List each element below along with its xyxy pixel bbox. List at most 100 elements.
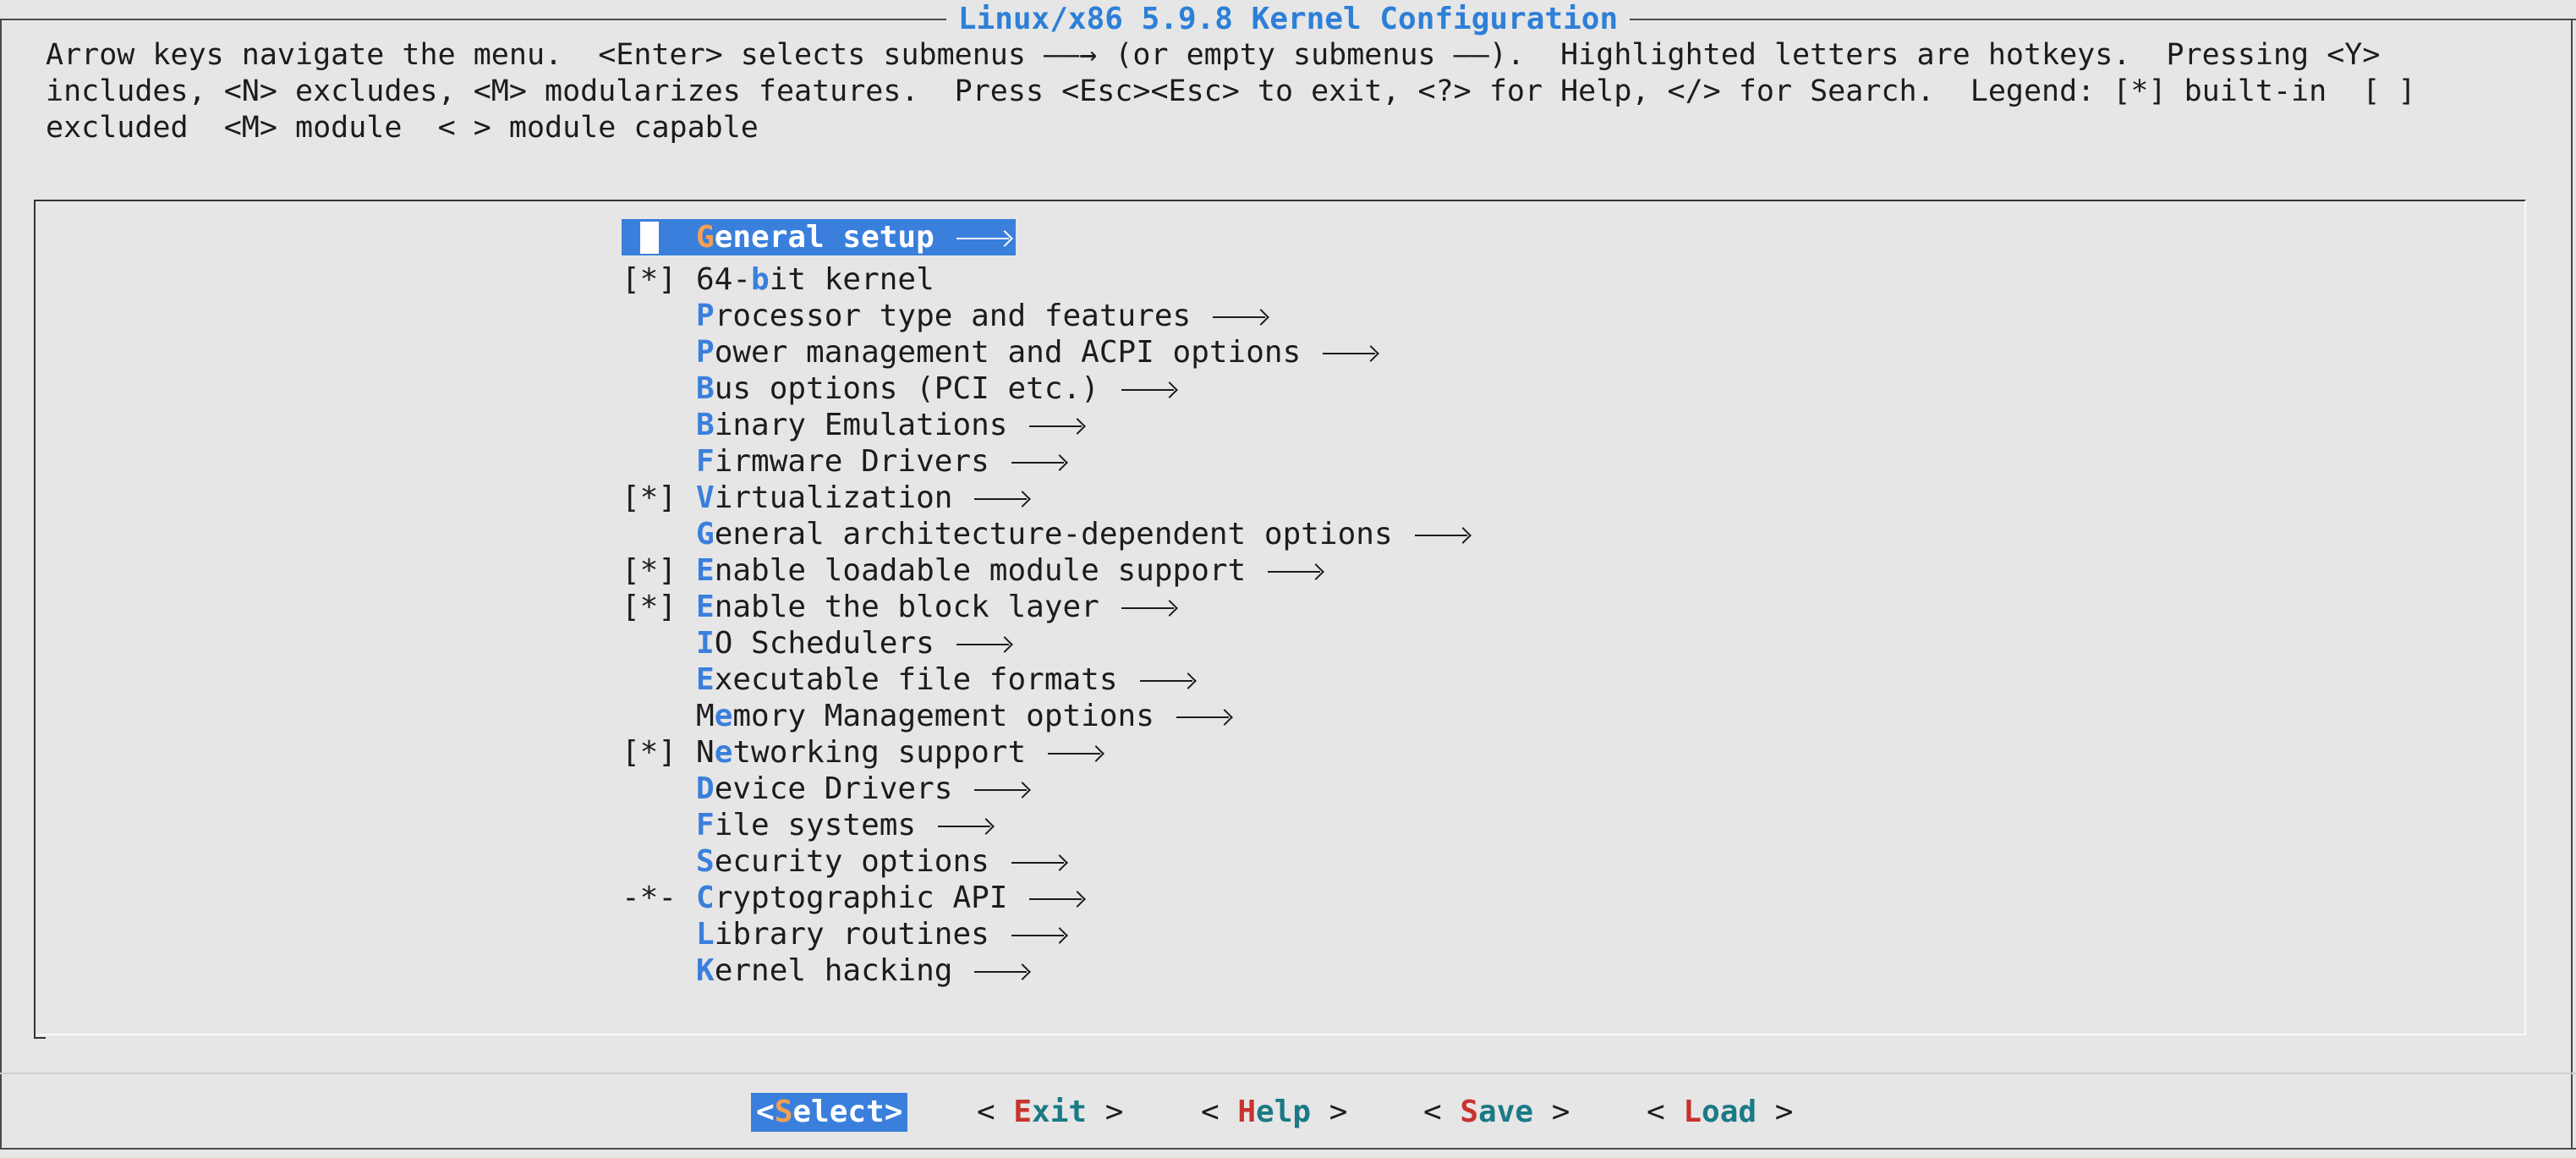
menu-item-hotkey: F <box>696 807 715 842</box>
submenu-arrow-icon <box>1048 734 1102 771</box>
submenu-arrow-icon <box>1011 843 1066 880</box>
menu-item[interactable]: Library routines <box>622 916 1469 952</box>
menu-item-hotkey: S <box>696 843 715 879</box>
button-bar: <Select> < Exit > < Help > < Save > < Load > <box>0 1093 2576 1132</box>
menu-item[interactable]: Firmware Drivers <box>622 443 1469 480</box>
menu-item[interactable]: [*] 64-bit kernel <box>622 261 1469 298</box>
submenu-arrow-icon <box>1213 298 1267 334</box>
menu-item-label-rest: ibrary routines <box>714 916 989 952</box>
submenu-arrow-icon <box>956 219 1011 255</box>
menu-item[interactable]: Processor type and features <box>622 298 1469 334</box>
submenu-arrow-icon <box>1323 334 1377 370</box>
button-separator <box>0 1073 2576 1074</box>
menu-item-label-rest: eneral setup <box>714 220 934 255</box>
button-bracket-close: > <box>1757 1095 1794 1129</box>
menu-item-label-rest: irtualization <box>714 480 953 515</box>
menu-item[interactable]: [*] Virtualization <box>622 480 1469 516</box>
menu-item[interactable]: General setup <box>622 219 1016 255</box>
menu-item[interactable]: -*- Cryptographic API <box>622 880 1469 916</box>
menu-item-hotkey: B <box>696 370 715 406</box>
menu-item[interactable]: Bus options (PCI etc.) <box>622 370 1469 407</box>
menu-item-hotkey: G <box>696 220 715 255</box>
button-hotkey: S <box>1460 1095 1479 1129</box>
load-button[interactable]: < Load > <box>1647 1093 1793 1132</box>
submenu-arrow-icon <box>1176 698 1230 734</box>
help-button[interactable]: < Help > <box>1201 1093 1347 1132</box>
menu-item[interactable]: Security options <box>622 843 1469 880</box>
menu-item-hotkey: C <box>696 880 715 915</box>
submenu-arrow-icon <box>1121 370 1176 407</box>
menu-item-hotkey: F <box>696 443 715 479</box>
menu-item-label: Power management and ACPI options <box>696 334 1301 370</box>
window-frame-left <box>0 19 2 1150</box>
window-title: Linux/x86 5.9.8 Kernel Configuration <box>945 2 1631 36</box>
menu-item-label-rest: it kernel <box>769 261 934 297</box>
menu-item[interactable]: Device Drivers <box>622 771 1469 807</box>
menu-item-hotkey: I <box>696 625 715 661</box>
save-button[interactable]: < Save > <box>1423 1093 1570 1132</box>
menu-item[interactable]: [*] Networking support <box>622 734 1469 771</box>
menu-item-label-rest: ernel hacking <box>714 952 953 988</box>
menu-item-label-rest: us options (PCI etc.) <box>714 370 1099 406</box>
menu-item-label-rest: eneral architecture-dependent options <box>714 516 1393 552</box>
menu-item-state[interactable]: [*] <box>622 734 696 771</box>
menu-item-label-rest: xecutable file formats <box>714 661 1118 697</box>
window-frame-bottom <box>0 1148 2576 1150</box>
menu-item-hotkey: G <box>696 516 715 552</box>
menu-item-hotkey: P <box>696 298 715 333</box>
menu-item-label: Kernel hacking <box>696 952 952 989</box>
menu-item-state[interactable]: [*] <box>622 261 696 298</box>
window-title-bar: Linux/x86 5.9.8 Kernel Configuration <box>0 0 2576 39</box>
button-bracket-open: < <box>1201 1095 1238 1129</box>
menu-item-state[interactable]: [*] <box>622 589 696 625</box>
menu-item-hotkey: b <box>751 261 770 297</box>
menu-item-label-prefix: M <box>696 698 715 733</box>
exit-button[interactable]: < Exit > <box>977 1093 1123 1132</box>
submenu-arrow-icon <box>1011 916 1066 952</box>
menu-item-label-prefix: 64- <box>696 261 752 297</box>
menu-item[interactable]: Executable file formats <box>622 661 1469 698</box>
window-frame-right <box>2571 19 2573 1150</box>
menu-item[interactable]: [*] Enable the block layer <box>622 589 1469 625</box>
menu-item-label: Firmware Drivers <box>696 443 989 480</box>
menu-item-label-rest: evice Drivers <box>714 771 953 806</box>
submenu-arrow-icon <box>1029 407 1083 443</box>
button-bracket-open: < <box>1647 1095 1684 1129</box>
submenu-arrow-icon <box>1011 443 1066 480</box>
select-button[interactable]: <Select> <box>751 1093 908 1132</box>
menu-box-corner <box>34 1030 46 1039</box>
menu-item-label-rest: rocessor type and features <box>714 298 1192 333</box>
button-hotkey: S <box>774 1095 793 1129</box>
menu-item-state[interactable]: [*] <box>622 480 696 516</box>
menu-item-label: Device Drivers <box>696 771 952 807</box>
menu-item-hotkey: B <box>696 407 715 442</box>
menu-item-label-prefix: N <box>696 734 715 770</box>
menu-item-label: Memory Management options <box>696 698 1154 734</box>
menu-item[interactable]: IO Schedulers <box>622 625 1469 661</box>
button-bracket-open: < <box>756 1095 775 1129</box>
menu-item-hotkey: L <box>696 916 715 952</box>
menu-item[interactable]: Power management and ACPI options <box>622 334 1469 370</box>
menu-item[interactable]: Kernel hacking <box>622 952 1469 989</box>
submenu-arrow-icon <box>938 807 992 843</box>
menu-item-label-rest: tworking support <box>732 734 1027 770</box>
selection-cursor <box>640 221 659 254</box>
menu-item[interactable]: Binary Emulations <box>622 407 1469 443</box>
menu-item-label: Binary Emulations <box>696 407 1007 443</box>
menu-item[interactable]: General architecture-dependent options <box>622 516 1469 552</box>
button-label: ave <box>1478 1095 1534 1129</box>
submenu-arrow-icon <box>1121 589 1176 625</box>
menu-item[interactable]: File systems <box>622 807 1469 843</box>
menu-item-hotkey: K <box>696 952 715 988</box>
button-label: elect <box>792 1095 885 1129</box>
menu-item-state[interactable]: [*] <box>622 552 696 589</box>
menu-item-label-rest: mory Management options <box>732 698 1154 733</box>
submenu-arrow-icon <box>1140 661 1194 698</box>
menu-item-state[interactable]: -*- <box>622 880 696 916</box>
submenu-arrow-icon <box>1415 516 1469 552</box>
menu-item[interactable]: [*] Enable loadable module support <box>622 552 1469 589</box>
menu-item-label: Networking support <box>696 734 1026 771</box>
menu-item[interactable]: Memory Management options <box>622 698 1469 734</box>
button-label: elp <box>1256 1095 1312 1129</box>
menu-item-label-rest: nable the block layer <box>714 589 1099 624</box>
